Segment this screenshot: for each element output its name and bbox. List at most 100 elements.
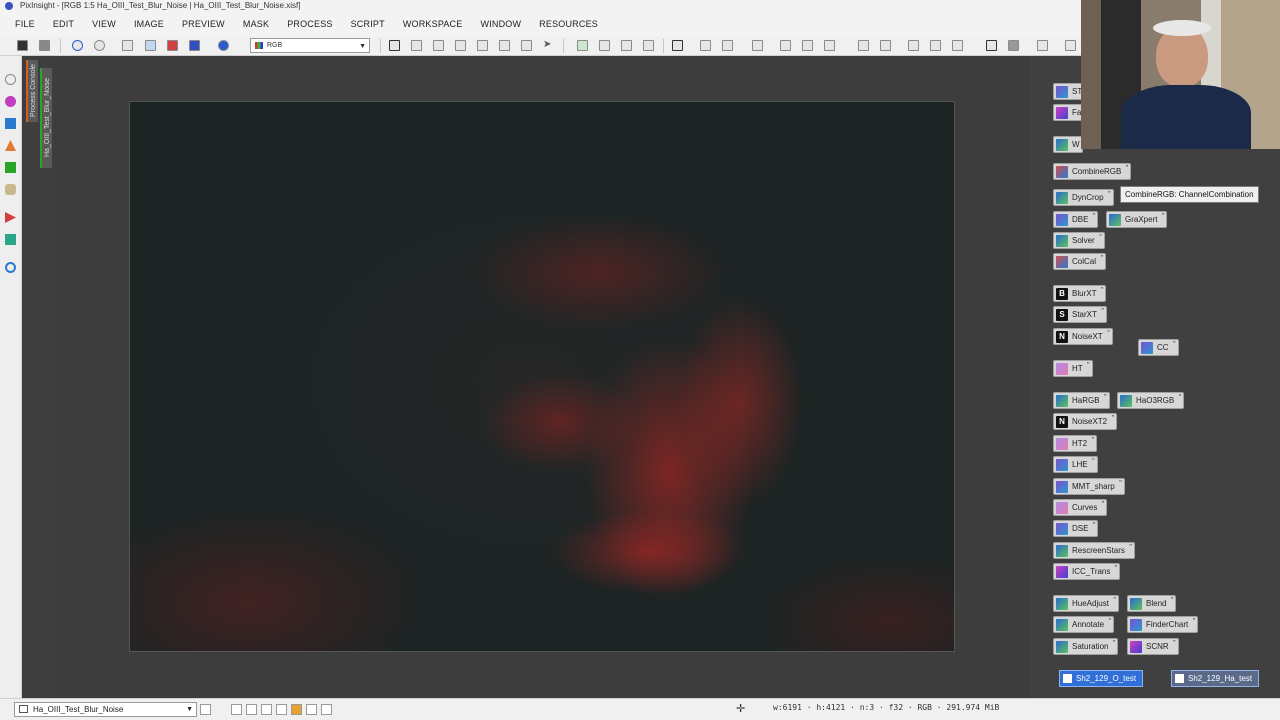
readout-mode-icon[interactable] — [389, 40, 400, 51]
process-icon-dyncrop[interactable]: DynCrop " — [1053, 189, 1114, 206]
mask-show-icon[interactable] — [599, 40, 610, 51]
menu-workspace[interactable]: WORKSPACE — [394, 19, 472, 29]
mask-slot-3[interactable] — [261, 704, 272, 715]
move-icon[interactable] — [477, 40, 488, 51]
menu-resources[interactable]: RESOURCES — [530, 19, 607, 29]
process-icon-mmt-sharp[interactable]: MMT_sharp " — [1053, 478, 1125, 495]
pan-icon[interactable] — [455, 40, 466, 51]
zoom-fit-icon[interactable] — [411, 40, 422, 51]
process-icon-starxt[interactable]: S StarXT " — [1053, 306, 1107, 323]
nebula-image[interactable] — [129, 101, 955, 652]
view-selector[interactable]: Ha_OIII_Test_Blur_Noise ▼ — [14, 702, 197, 717]
book-icon[interactable] — [5, 234, 16, 245]
mask-slot-5[interactable] — [291, 704, 302, 715]
process-icon-combinergb[interactable]: CombineRGB " — [1053, 163, 1132, 180]
mask-slot-4[interactable] — [276, 704, 287, 715]
play-icon[interactable] — [5, 212, 16, 223]
mask-slot-1[interactable] — [231, 704, 242, 715]
history-icon[interactable] — [122, 40, 133, 51]
process-icon-saturation[interactable]: Saturation " — [1053, 638, 1119, 655]
menu-file[interactable]: FILE — [6, 19, 44, 29]
view-icon[interactable] — [5, 118, 16, 129]
process-icon-hao3rgb[interactable]: HaO3RGB " — [1117, 392, 1185, 409]
script-editor-icon[interactable] — [908, 40, 919, 51]
view-toggle-icon[interactable] — [200, 704, 211, 715]
mask-remove-icon[interactable] — [643, 40, 654, 51]
zoom-1-1-icon[interactable] — [433, 40, 444, 51]
process-icon-solver[interactable]: Solver " — [1053, 232, 1105, 249]
cursor-icon[interactable]: ➤ — [543, 40, 554, 51]
process-icon-blend[interactable]: Blend " — [1127, 595, 1177, 612]
process-icon-fa[interactable]: Fa — [1053, 104, 1083, 121]
stf-auto-icon[interactable] — [167, 40, 178, 51]
process-icon-blurxt[interactable]: B BlurXT " — [1053, 285, 1107, 302]
menu-preview[interactable]: PREVIEW — [173, 19, 234, 29]
process-icon-dse[interactable]: DSE " — [1053, 520, 1099, 537]
gear-icon[interactable] — [5, 74, 16, 85]
process-icon-noisext[interactable]: N NoiseXT " — [1053, 328, 1113, 345]
process-icon-lhe[interactable]: LHE " — [1053, 456, 1098, 473]
property-explorer-icon[interactable] — [952, 40, 963, 51]
process-icon-hargb[interactable]: HaRGB " — [1053, 392, 1110, 409]
edit-preview-icon[interactable] — [521, 40, 532, 51]
mask-slot-2[interactable] — [246, 704, 257, 715]
image-icon-sh2-129-o-test[interactable]: Sh2_129_O_test — [1059, 670, 1144, 687]
history-explorer-icon[interactable] — [802, 40, 813, 51]
store-preview-icon[interactable] — [700, 40, 711, 51]
mask-slot-6[interactable] — [306, 704, 317, 715]
view-explorer-icon[interactable] — [824, 40, 835, 51]
menu-edit[interactable]: EDIT — [44, 19, 83, 29]
workspace-1-icon[interactable] — [986, 40, 997, 51]
menu-process[interactable]: PROCESS — [278, 19, 341, 29]
triangle-icon[interactable] — [5, 140, 16, 151]
new-image-icon[interactable] — [17, 40, 28, 51]
menu-window[interactable]: WINDOW — [471, 19, 530, 29]
process-icon-ht2[interactable]: HT2 " — [1053, 435, 1098, 452]
stf-link-icon[interactable] — [189, 40, 200, 51]
process-icon-noisext2[interactable]: N NoiseXT2 " — [1053, 413, 1118, 430]
redo-icon[interactable] — [94, 40, 105, 51]
tab-process-console[interactable]: Process Console — [26, 60, 38, 122]
tab-view-ha-oiii[interactable]: Ha_OIII_Test_Blur_Noise — [40, 68, 52, 168]
object-explorer-icon[interactable] — [930, 40, 941, 51]
undo-icon[interactable] — [72, 40, 83, 51]
workspace-2-icon[interactable] — [1008, 40, 1019, 51]
process-icon-dbe[interactable]: DBE " — [1053, 211, 1099, 228]
format-explorer-icon[interactable] — [858, 40, 869, 51]
restore-preview-icon[interactable] — [722, 40, 733, 51]
image-icon-sh2-129-ha-test[interactable]: Sh2_129_Ha_test — [1171, 670, 1260, 687]
process-icon-scnr[interactable]: SCNR " — [1127, 638, 1179, 655]
menu-script[interactable]: SCRIPT — [342, 19, 394, 29]
toggle-icon[interactable] — [752, 40, 763, 51]
preview-mode-icon[interactable] — [672, 40, 683, 51]
process-icon-annotate[interactable]: Annotate " — [1053, 616, 1115, 633]
process-explorer-icon[interactable] — [780, 40, 791, 51]
process-icon-icc-trans[interactable]: ICC_Trans " — [1053, 563, 1121, 580]
process-icon-w[interactable]: W — [1053, 136, 1083, 153]
crosshair-icon[interactable]: ✛ — [736, 702, 745, 715]
process-icon-hueadjust[interactable]: HueAdjust " — [1053, 595, 1119, 612]
process-icon-colcal[interactable]: ColCal " — [1053, 253, 1107, 270]
process-icon-st[interactable]: ST — [1053, 83, 1083, 100]
display-channel-icon[interactable] — [218, 40, 229, 51]
process-icon-cc[interactable]: CC " — [1138, 339, 1179, 356]
database-icon[interactable] — [5, 184, 16, 195]
screen-transfer-icon[interactable] — [145, 40, 156, 51]
global-explorer-icon[interactable] — [880, 40, 891, 51]
menu-view[interactable]: VIEW — [83, 19, 125, 29]
menu-image[interactable]: IMAGE — [125, 19, 173, 29]
target-icon[interactable] — [5, 262, 16, 273]
mask-icon[interactable] — [577, 40, 588, 51]
cube-icon[interactable] — [5, 162, 16, 173]
process-icon-ht[interactable]: HT " — [1053, 360, 1093, 377]
color-icon[interactable] — [5, 96, 16, 107]
color-mode-select[interactable]: RGB ▼ — [250, 38, 370, 53]
workspace-4-icon[interactable] — [1065, 40, 1076, 51]
process-icon-curves[interactable]: Curves " — [1053, 499, 1108, 516]
new-preview-icon[interactable] — [499, 40, 510, 51]
close-image-icon[interactable] — [39, 40, 50, 51]
workspace-3-icon[interactable] — [1037, 40, 1048, 51]
process-icon-finderchart[interactable]: FinderChart " — [1127, 616, 1199, 633]
mask-invert-icon[interactable] — [621, 40, 632, 51]
process-icon-rescreenstars[interactable]: RescreenStars " — [1053, 542, 1135, 559]
